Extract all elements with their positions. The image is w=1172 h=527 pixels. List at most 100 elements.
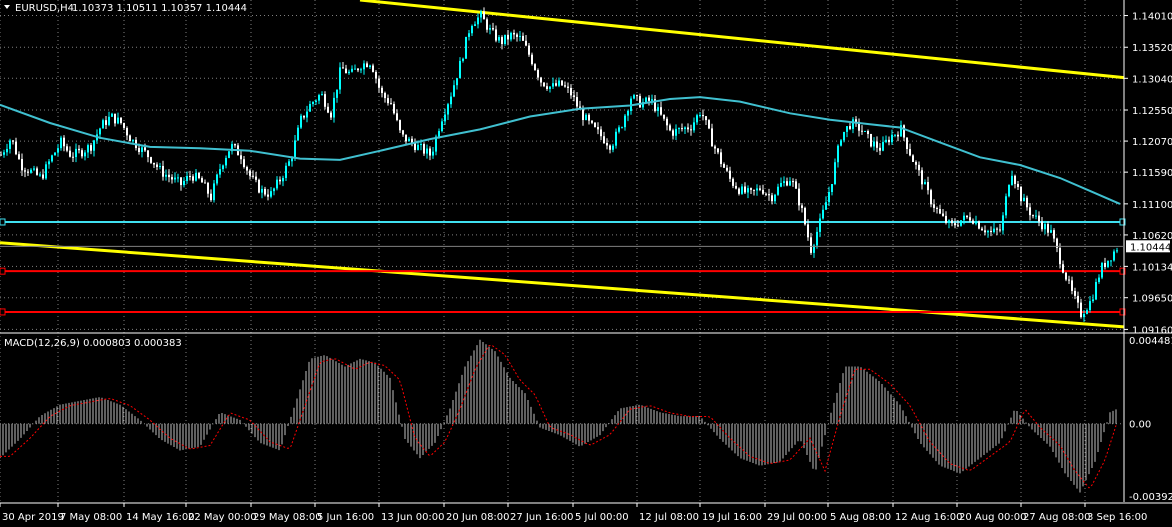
candle-body: [612, 145, 614, 150]
time-tick-label: 13 Jun 00:00: [381, 512, 445, 523]
candle-body: [201, 178, 203, 183]
candle-body: [309, 103, 311, 112]
price-tick-label: 1.10620: [1132, 231, 1172, 242]
candle-body: [561, 80, 563, 86]
candle-body: [468, 33, 470, 37]
candle-body: [870, 133, 872, 147]
candle-body: [144, 147, 146, 151]
candle-body: [531, 54, 533, 65]
candle-body: [897, 134, 899, 137]
candle-body: [369, 65, 371, 68]
candle-body: [657, 107, 659, 111]
candle-body: [168, 174, 170, 178]
candle-body: [447, 104, 449, 115]
candle-body: [1116, 250, 1118, 252]
candle-body: [840, 140, 842, 146]
candle-body: [45, 164, 47, 179]
candle-body: [465, 36, 467, 59]
candle-body: [573, 95, 575, 98]
candle-body: [228, 151, 230, 158]
candle-body: [492, 28, 494, 30]
candle-body: [303, 115, 305, 118]
candle-body: [387, 98, 389, 104]
candle-body: [1083, 314, 1085, 318]
candle-body: [291, 158, 293, 162]
candle-body: [537, 69, 539, 78]
candle-body: [336, 89, 338, 98]
candle-body: [393, 103, 395, 114]
candle-body: [822, 209, 824, 219]
candle-body: [546, 86, 548, 89]
price-tick-label: 1.13040: [1132, 74, 1172, 85]
candle-body: [441, 121, 443, 132]
candle-body: [576, 97, 578, 107]
candle-body: [363, 63, 365, 70]
candle-body: [474, 24, 476, 26]
trading-chart[interactable]: 1.14010 1.13520 1.13040 1.12550 1.12070 1.115…: [0, 0, 1172, 527]
candle-body: [921, 170, 923, 185]
time-tick-label: 22 May 00:00: [188, 512, 257, 523]
candle-body: [1104, 262, 1106, 267]
candle-body: [549, 86, 551, 89]
candle-body: [24, 170, 26, 172]
candle-body: [117, 117, 119, 124]
candle-body: [498, 37, 500, 41]
candle-body: [693, 122, 695, 131]
chart-header[interactable]: EURUSD,H4 1.10373 1.10511 1.10357 1.1044…: [4, 3, 247, 14]
candle-body: [732, 178, 734, 186]
candle-body: [927, 182, 929, 191]
candle-body: [282, 177, 284, 182]
price-tick-label: 1.14010: [1132, 12, 1172, 23]
candle-body: [1110, 260, 1112, 262]
candle-body: [87, 145, 89, 153]
candle-body: [438, 131, 440, 137]
candle-body: [270, 191, 272, 197]
candle-body: [414, 143, 416, 150]
candle-body: [180, 177, 182, 186]
candle-body: [609, 145, 611, 150]
candle-body: [564, 85, 566, 87]
time-tick-label: 7 May 08:00: [60, 512, 122, 523]
candle-body: [159, 166, 161, 168]
candle-body: [849, 126, 851, 129]
candle-body: [60, 137, 62, 149]
candle-body: [1080, 302, 1082, 318]
time-tick-label: 14 May 16:00: [126, 512, 195, 523]
candle-body: [582, 109, 584, 121]
candle-body: [660, 107, 662, 115]
candle-body: [510, 32, 512, 40]
candle-body: [315, 100, 317, 102]
candle-body: [285, 165, 287, 178]
candle-body: [918, 164, 920, 171]
candle-body: [480, 11, 482, 18]
price-tick-label: 1.12550: [1132, 106, 1172, 117]
macd-tick-label: 0.004481: [1129, 336, 1172, 347]
candle-body: [78, 148, 80, 151]
candle-body: [243, 159, 245, 167]
candle-body: [93, 140, 95, 151]
candle-body: [1053, 230, 1055, 239]
current-price-label: 1.10444: [1130, 242, 1171, 253]
candle-body: [603, 136, 605, 144]
candle-body: [837, 145, 839, 163]
candle-body: [150, 157, 152, 163]
candle-body: [1032, 215, 1034, 217]
candle-body: [3, 152, 5, 155]
candle-body: [570, 87, 572, 96]
time-tick-label: 20 Aug 00:00: [959, 512, 1026, 523]
candle-body: [567, 86, 569, 88]
candle-body: [345, 68, 347, 74]
candle-body: [684, 127, 686, 130]
candle-body: [120, 117, 122, 124]
candle-body: [183, 180, 185, 186]
candle-body: [342, 67, 344, 69]
time-tick-label: 27 Aug 08:00: [1023, 512, 1090, 523]
candle-body: [483, 11, 485, 20]
candle-body: [249, 170, 251, 176]
candle-body: [1002, 215, 1004, 231]
candle-body: [753, 189, 755, 191]
candle-body: [867, 130, 869, 134]
candle-body: [678, 128, 680, 130]
candle-body: [255, 176, 257, 180]
candle-body: [165, 174, 167, 177]
